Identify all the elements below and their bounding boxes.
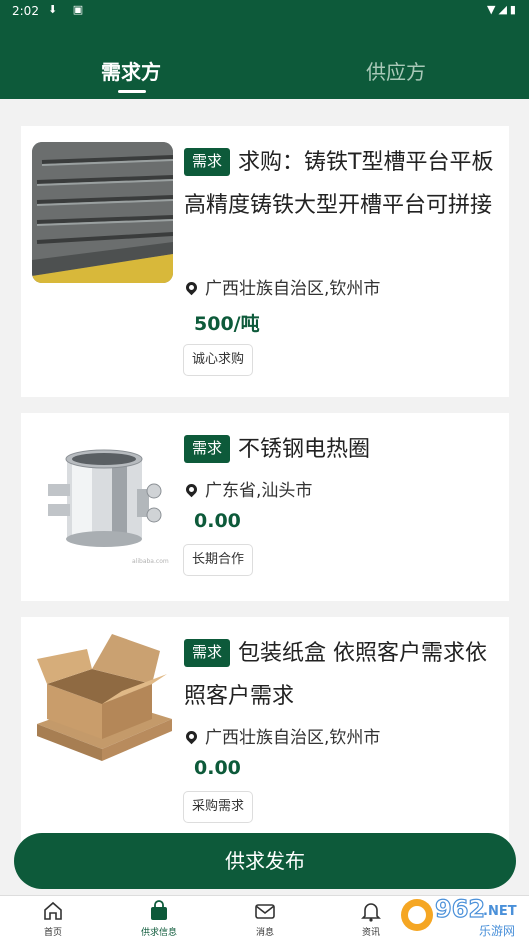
tab-demand[interactable]: 需求方	[101, 56, 161, 85]
location-pin-icon	[183, 481, 200, 498]
demand-badge: 需求	[184, 148, 231, 176]
bell-icon	[361, 903, 381, 922]
active-tab-indicator	[118, 90, 146, 93]
svg-text:乐游网: 乐游网	[479, 924, 515, 938]
product-image	[32, 629, 173, 770]
item-title: 需求 求购：铸铁T型槽平台平板 高精度铸铁大型开槽平台可拼接	[184, 148, 494, 218]
item-title: 需求 包装纸盒 依照客户需求依照客户需求	[184, 639, 488, 709]
status-time: 2:02	[12, 4, 39, 18]
item-price: 0.00	[194, 757, 241, 779]
signal-battery-icons: ▼◢▮	[487, 3, 519, 16]
item-location: 广东省,汕头市	[183, 476, 312, 501]
item-title: 需求 不锈钢电热圈	[184, 428, 502, 471]
svg-text:962: 962	[435, 895, 485, 923]
home-icon	[44, 901, 62, 920]
svg-text:alibaba.com: alibaba.com	[132, 558, 169, 565]
notification-icons: ⬇ ▣	[48, 3, 90, 16]
demand-card[interactable]: 需求 包装纸盒 依照客户需求依照客户需求 广西壮族自治区,钦州市 0.00 采购需…	[21, 617, 509, 847]
nav-messages[interactable]: 消息	[212, 900, 318, 938]
demand-badge: 需求	[184, 435, 231, 463]
svg-text:.NET: .NET	[483, 904, 517, 919]
shopping-bag-icon	[151, 900, 167, 920]
location-pin-icon	[183, 728, 200, 745]
header: 需求方 供应方	[0, 24, 529, 99]
site-watermark-logo: 962 .NET 乐游网	[401, 894, 517, 938]
demand-card[interactable]: 需求 求购：铸铁T型槽平台平板 高精度铸铁大型开槽平台可拼接 广西壮族自治区,钦州…	[21, 126, 509, 397]
publish-button[interactable]: 供求发布	[14, 833, 516, 889]
demand-card[interactable]: alibaba.com 需求 不锈钢电热圈 广东省,汕头市 0.00 长期合作	[21, 413, 509, 601]
item-location: 广西壮族自治区,钦州市	[183, 723, 380, 748]
item-tag: 采购需求	[183, 791, 254, 823]
item-price: 500/吨	[194, 313, 260, 335]
item-location: 广西壮族自治区,钦州市	[183, 274, 380, 299]
product-image	[32, 142, 173, 283]
demand-badge: 需求	[184, 639, 231, 667]
status-bar: 2:02 ⬇ ▣ ▼◢▮	[0, 0, 529, 24]
mail-icon	[255, 904, 275, 919]
item-price: 0.00	[194, 510, 241, 532]
product-image: alibaba.com	[32, 429, 173, 570]
tab-supply[interactable]: 供应方	[366, 56, 426, 85]
item-tag: 长期合作	[183, 544, 254, 576]
item-tag: 诚心求购	[183, 344, 254, 376]
nav-home[interactable]: 首页	[0, 900, 106, 938]
nav-supply-demand[interactable]: 供求信息	[106, 900, 212, 938]
location-pin-icon	[183, 279, 200, 296]
